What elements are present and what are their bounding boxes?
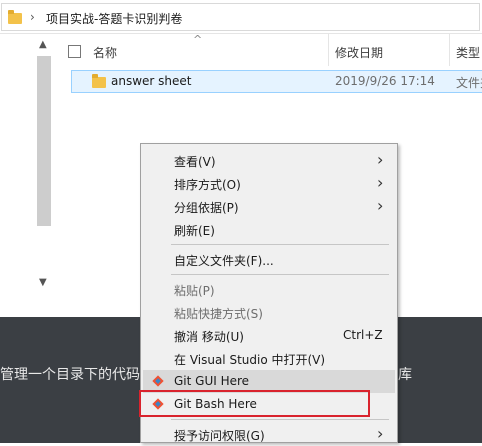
chevron-right-icon[interactable]: › [30, 10, 35, 24]
column-header-date[interactable]: 修改日期 [335, 44, 383, 61]
submenu-arrow-icon: › [377, 173, 384, 192]
column-header-name[interactable]: 名称 [93, 44, 117, 61]
file-row[interactable]: answer sheet 2019/9/26 17:14 文件夹 [71, 70, 482, 93]
background-text-suffix: 库 [398, 367, 412, 383]
menu-item-group[interactable]: 分组依据(P) › [143, 195, 395, 218]
menu-separator [171, 274, 389, 275]
submenu-arrow-icon: › [377, 150, 384, 169]
folder-icon [8, 10, 22, 24]
menu-item-label: 在 Visual Studio 中打开(V) [174, 353, 326, 367]
scroll-up-icon[interactable]: ▲ [39, 39, 47, 50]
menu-item-label: 自定义文件夹(F)... [174, 254, 274, 268]
folder-icon [92, 74, 106, 88]
scroll-down-icon[interactable]: ▼ [39, 277, 47, 288]
address-bar: › 项目实战-答题卡识别判卷 [0, 0, 482, 34]
menu-item-shortcut: Ctrl+Z [343, 328, 383, 342]
menu-item-label: 粘贴(P) [174, 284, 215, 298]
menu-item-label: 分组依据(P) [174, 201, 239, 215]
breadcrumb[interactable]: 项目实战-答题卡识别判卷 [46, 10, 182, 27]
menu-item-label: 查看(V) [174, 155, 216, 169]
submenu-arrow-icon: › [377, 424, 384, 443]
menu-item-label: 排序方式(O) [174, 178, 241, 192]
menu-item-label: 粘贴快捷方式(S) [174, 307, 263, 321]
nav-scrollbar[interactable]: ▲ ▼ [36, 34, 52, 294]
submenu-arrow-icon: › [377, 196, 384, 215]
column-divider[interactable] [328, 34, 329, 66]
address-box[interactable]: › 项目实战-答题卡识别判卷 [1, 3, 480, 31]
menu-item-label: Git GUI Here [174, 374, 250, 388]
menu-separator [171, 419, 389, 420]
menu-item-label: 刷新(E) [174, 224, 215, 238]
select-all-checkbox[interactable] [68, 45, 81, 58]
file-date: 2019/9/26 17:14 [335, 74, 435, 88]
file-name: answer sheet [111, 74, 192, 88]
menu-item-label: 撤消 移动(U) [174, 330, 244, 344]
menu-item-refresh[interactable]: 刷新(E) [143, 218, 395, 241]
background-text: 管理一个目录下的代码 [0, 367, 140, 383]
file-type: 文件夹 [456, 76, 482, 90]
menu-item-paste[interactable]: 粘贴(P) [143, 278, 395, 301]
menu-item-sort[interactable]: 排序方式(O) › [143, 172, 395, 195]
menu-item-customize[interactable]: 自定义文件夹(F)... [143, 248, 395, 271]
menu-item-label: 授予访问权限(G) [174, 429, 265, 443]
menu-item-view[interactable]: 查看(V) › [143, 149, 395, 172]
menu-separator [171, 244, 389, 245]
column-header-type[interactable]: 类型 [456, 44, 480, 61]
menu-item-open-visual-studio[interactable]: 在 Visual Studio 中打开(V) [143, 347, 395, 370]
menu-item-paste-shortcut[interactable]: 粘贴快捷方式(S) [143, 301, 395, 324]
highlight-box [139, 390, 370, 417]
git-icon [152, 375, 164, 387]
column-divider[interactable] [449, 34, 450, 66]
scrollbar-thumb[interactable] [37, 56, 51, 226]
sort-ascending-icon: ^ [193, 33, 203, 46]
menu-item-undo[interactable]: 撤消 移动(U) Ctrl+Z [143, 324, 395, 347]
